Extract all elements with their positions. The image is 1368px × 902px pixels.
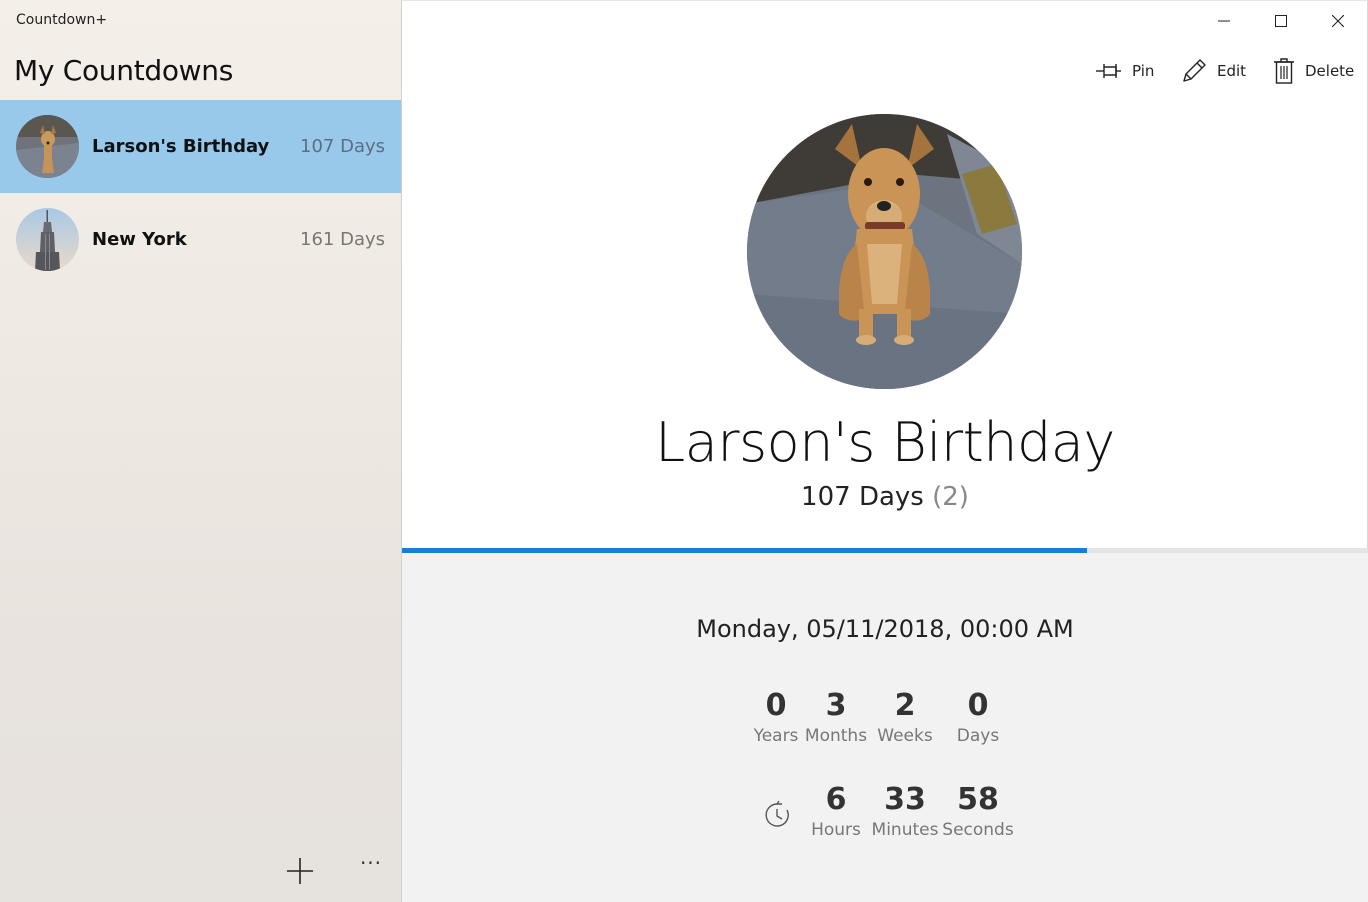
- pin-icon: [1096, 64, 1121, 78]
- list-item-days: 107 Days: [300, 136, 385, 157]
- delete-label: Delete: [1305, 62, 1355, 80]
- pencil-icon: [1183, 59, 1206, 82]
- page-title: My Countdowns: [14, 54, 234, 87]
- add-countdown-button[interactable]: [284, 855, 316, 887]
- list-item-new-york[interactable]: New York 161 Days: [0, 193, 401, 286]
- close-icon: [1332, 15, 1344, 27]
- pin-label: Pin: [1132, 62, 1155, 80]
- edit-button[interactable]: Edit: [1181, 57, 1246, 85]
- list-item-days: 161 Days: [300, 229, 385, 250]
- days-value: 0: [967, 688, 989, 723]
- countdown-days-summary: 107 Days (2): [402, 482, 1368, 512]
- days-remaining: 107 Days: [801, 482, 924, 512]
- edit-label: Edit: [1217, 62, 1247, 80]
- delete-button[interactable]: Delete: [1273, 57, 1354, 85]
- maximize-button[interactable]: [1258, 1, 1304, 41]
- seconds-value: 58: [957, 782, 999, 817]
- list-item-title: New York: [92, 229, 187, 250]
- minimize-icon: [1218, 20, 1230, 22]
- dog-avatar: [16, 115, 79, 178]
- clock-icon: [765, 801, 789, 827]
- maximize-icon: [1275, 15, 1287, 27]
- new-york-avatar: [16, 208, 79, 271]
- days-unit: 0 Days: [933, 688, 1023, 746]
- list-item-larsons-birthday[interactable]: Larson's Birthday 107 Days: [0, 100, 401, 193]
- bottom-command-bar: ···: [0, 842, 401, 902]
- days-label: Days: [956, 726, 1000, 746]
- countdown-title: Larson's Birthday: [655, 411, 1115, 474]
- countdown-detail-pane: Pin Edit Delete Larson's Birthday 107 Da…: [402, 0, 1368, 902]
- list-item-title: Larson's Birthday: [92, 136, 270, 157]
- target-date: Monday, 05/11/2018, 00:00 AM: [696, 615, 1074, 643]
- more-options-button[interactable]: ···: [356, 852, 386, 882]
- pin-button[interactable]: Pin: [1096, 57, 1154, 85]
- trash-icon: [1274, 58, 1294, 84]
- occurrence-count: (2): [932, 482, 969, 512]
- close-button[interactable]: [1315, 1, 1361, 41]
- seconds-unit: 58 Seconds: [933, 782, 1023, 840]
- countdown-details: Monday, 05/11/2018, 00:00 AM 0 Years 3 M…: [402, 553, 1368, 902]
- countdown-photo: [747, 114, 1022, 389]
- countdown-list: Larson's Birthday 107 Days New York 161 …: [0, 100, 401, 286]
- minimize-button[interactable]: [1201, 1, 1247, 41]
- seconds-label: Seconds: [942, 820, 1014, 840]
- app-title: Countdown+: [16, 12, 108, 28]
- countdown-list-pane: Countdown+ My Countdowns Larson's Birthd…: [0, 0, 402, 902]
- plus-icon: [287, 858, 313, 884]
